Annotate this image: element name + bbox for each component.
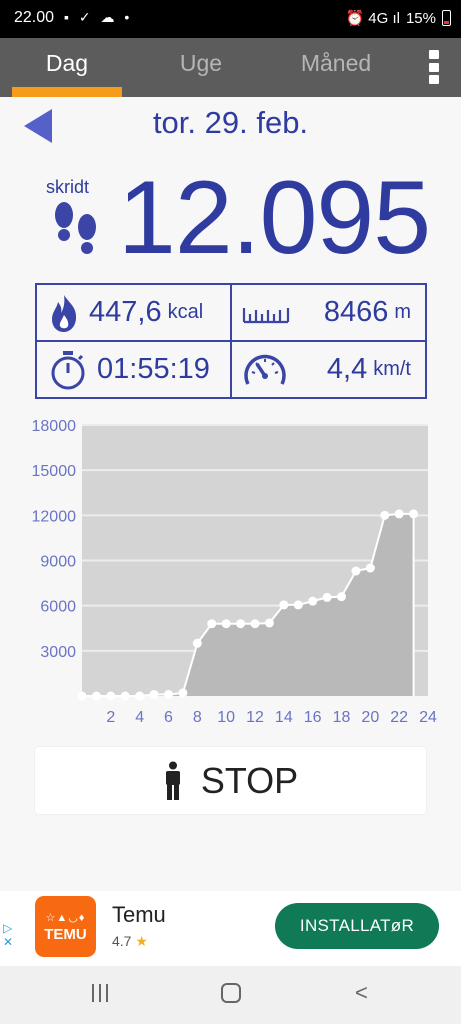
temu-logo: ☆▲◡♦ TEMU <box>35 896 96 957</box>
data-point <box>91 691 101 701</box>
tab-dag[interactable]: Dag <box>12 38 122 97</box>
data-point <box>178 688 188 698</box>
flame-icon <box>52 294 77 332</box>
period-tab-bar: Dag Uge Måned <box>0 38 461 97</box>
tab-maaned[interactable]: Måned <box>281 38 391 97</box>
x-tick-label: 10 <box>217 709 235 726</box>
tab-uge[interactable]: Uge <box>146 38 256 97</box>
data-point <box>351 566 361 576</box>
data-point <box>250 619 260 629</box>
x-tick-label: 8 <box>193 709 202 726</box>
x-tick-label: 14 <box>275 709 293 726</box>
status-right: ⏰ 4G ıl 15% <box>345 9 451 27</box>
data-point <box>264 618 274 628</box>
steps-label: skridt <box>46 177 90 197</box>
data-point <box>120 691 130 701</box>
calories-unit: kcal <box>167 301 204 323</box>
system-nav-bar: < <box>0 966 461 1024</box>
data-point <box>394 509 404 519</box>
data-point <box>192 638 202 648</box>
data-point <box>279 600 289 610</box>
selected-date: tor. 29. feb. <box>152 105 309 140</box>
x-tick-label: 6 <box>164 709 173 726</box>
data-point <box>293 600 303 610</box>
x-tick-label: 18 <box>333 709 351 726</box>
temu-logo-glyphs: ☆▲◡♦ <box>45 912 86 924</box>
duration-cell: 01:55:19 <box>36 341 231 398</box>
data-point <box>322 592 332 602</box>
ad-app-name: Temu <box>112 902 166 927</box>
x-tick-label: 16 <box>304 709 322 726</box>
x-tick-label: 12 <box>246 709 264 726</box>
y-tick-label: 3000 <box>40 644 76 661</box>
stopwatch-icon <box>51 350 85 389</box>
distance-unit: m <box>394 301 411 323</box>
speed-cell: 4,4 km/t <box>231 341 426 398</box>
data-point <box>135 691 145 701</box>
battery-percent: 15% <box>405 9 436 27</box>
back-icon[interactable]: < <box>355 980 368 1006</box>
distance-cell: 8466 m <box>231 284 426 341</box>
x-tick-label: 20 <box>361 709 379 726</box>
data-point <box>236 619 246 629</box>
overflow-menu-icon[interactable] <box>429 50 441 84</box>
calories-value: 447,6 <box>89 296 162 328</box>
speedometer-icon <box>244 354 286 385</box>
status-system-icons: ⏰ 4G ıl <box>345 10 400 27</box>
data-point <box>149 689 159 699</box>
home-icon[interactable] <box>221 983 241 1003</box>
ad-choices-icon[interactable]: ▷ ✕ <box>3 921 13 949</box>
ad-rating: 4.7 ★ <box>112 933 148 950</box>
ad-rating-value: 4.7 <box>112 933 132 949</box>
y-tick-label: 9000 <box>40 554 76 571</box>
data-point <box>365 563 375 573</box>
calories-cell: 447,6 kcal <box>36 284 231 341</box>
x-tick-label: 2 <box>106 709 115 726</box>
temu-logo-text: TEMU <box>44 926 87 943</box>
battery-icon <box>442 10 451 26</box>
ruler-icon <box>242 307 290 323</box>
data-point <box>337 592 346 602</box>
x-tick-label: 22 <box>390 709 408 726</box>
stats-grid: 447,6 kcal 8466 m 01:55:19 4,4 km/t <box>35 283 427 399</box>
x-tick-label: 4 <box>135 709 144 726</box>
stop-button[interactable]: STOP <box>35 747 426 814</box>
footprints-icon <box>55 202 96 254</box>
step-count: 12.095 <box>118 160 431 276</box>
data-point <box>308 596 318 606</box>
main-content: tor. 29. feb. skridt 12.095 447,6 kcal 8… <box>0 97 461 891</box>
star-icon: ★ <box>135 933 148 949</box>
speed-value: 4,4 <box>326 353 368 385</box>
y-tick-label: 18000 <box>32 418 77 435</box>
data-point <box>164 689 173 699</box>
person-icon <box>165 761 180 800</box>
status-time: 22.00 <box>14 9 55 26</box>
status-notification-icons: ▪ ✓ ☁ • <box>64 9 133 25</box>
data-point <box>409 509 419 519</box>
data-point <box>106 691 116 701</box>
y-tick-label: 6000 <box>40 599 76 616</box>
hourly-steps-chart: 3000600090001200015000180002 4 6 8 10 12 14 16 1… <box>32 418 438 726</box>
data-point <box>77 691 87 701</box>
install-button[interactable]: INSTALLATøR <box>275 903 439 949</box>
data-point <box>380 510 390 520</box>
distance-value: 8466 <box>323 296 389 328</box>
speed-unit: km/t <box>373 358 411 380</box>
y-tick-label: 12000 <box>32 508 77 525</box>
duration-value: 01:55:19 <box>97 353 210 385</box>
recent-apps-icon[interactable] <box>92 984 108 1002</box>
x-tick-label: 24 <box>419 709 437 726</box>
stop-button-label: STOP <box>200 759 299 801</box>
y-tick-label: 15000 <box>32 463 77 480</box>
ad-banner[interactable]: ▷ ✕ ☆▲◡♦ TEMU Temu 4.7 ★ INSTALLATøR <box>0 891 461 966</box>
data-point <box>207 619 217 629</box>
data-point <box>221 619 231 629</box>
status-bar: 22.00 ▪ ✓ ☁ • ⏰ 4G ıl 15% <box>0 0 461 38</box>
